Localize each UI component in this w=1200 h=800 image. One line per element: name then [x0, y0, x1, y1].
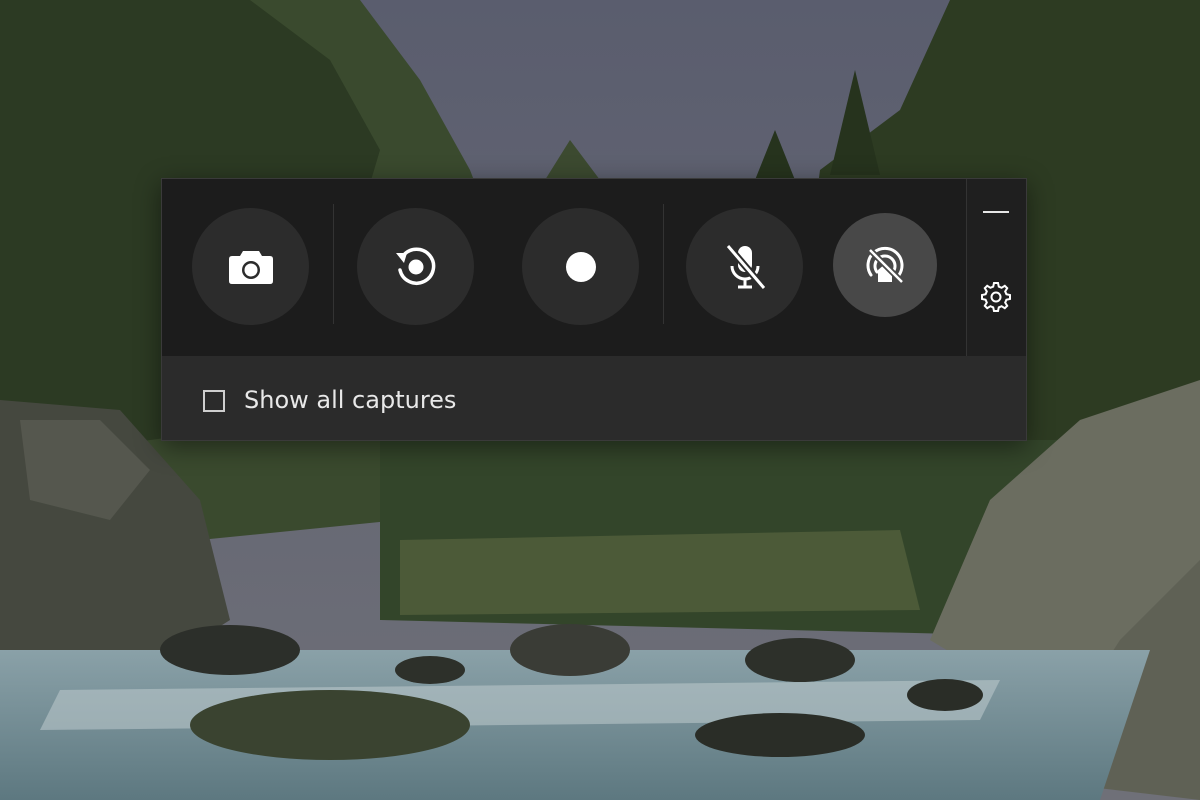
record-button[interactable] [522, 208, 639, 325]
minimize-icon [983, 211, 1009, 213]
settings-button[interactable] [978, 279, 1014, 315]
screenshot-button[interactable] [192, 208, 309, 325]
toolbar-side-column [966, 179, 1026, 356]
record-dot-icon [565, 251, 596, 282]
capture-controls [162, 179, 966, 356]
record-last-button[interactable] [357, 208, 474, 325]
side-column-divider [966, 179, 967, 356]
camera-icon [228, 250, 273, 284]
mic-off-icon [724, 243, 767, 290]
capture-toolbar: Show all captures [161, 178, 1027, 441]
minimize-button[interactable] [978, 195, 1014, 229]
replay-icon [395, 247, 435, 285]
microphone-toggle-button[interactable] [686, 208, 803, 325]
broadcast-button[interactable] [833, 213, 937, 317]
broadcast-icon [866, 246, 905, 285]
toolbar-divider [663, 204, 664, 324]
toolbar-divider [333, 204, 334, 324]
show-all-captures-checkbox[interactable] [203, 390, 225, 412]
show-all-captures-label: Show all captures [244, 386, 457, 414]
gear-icon [981, 282, 1011, 312]
